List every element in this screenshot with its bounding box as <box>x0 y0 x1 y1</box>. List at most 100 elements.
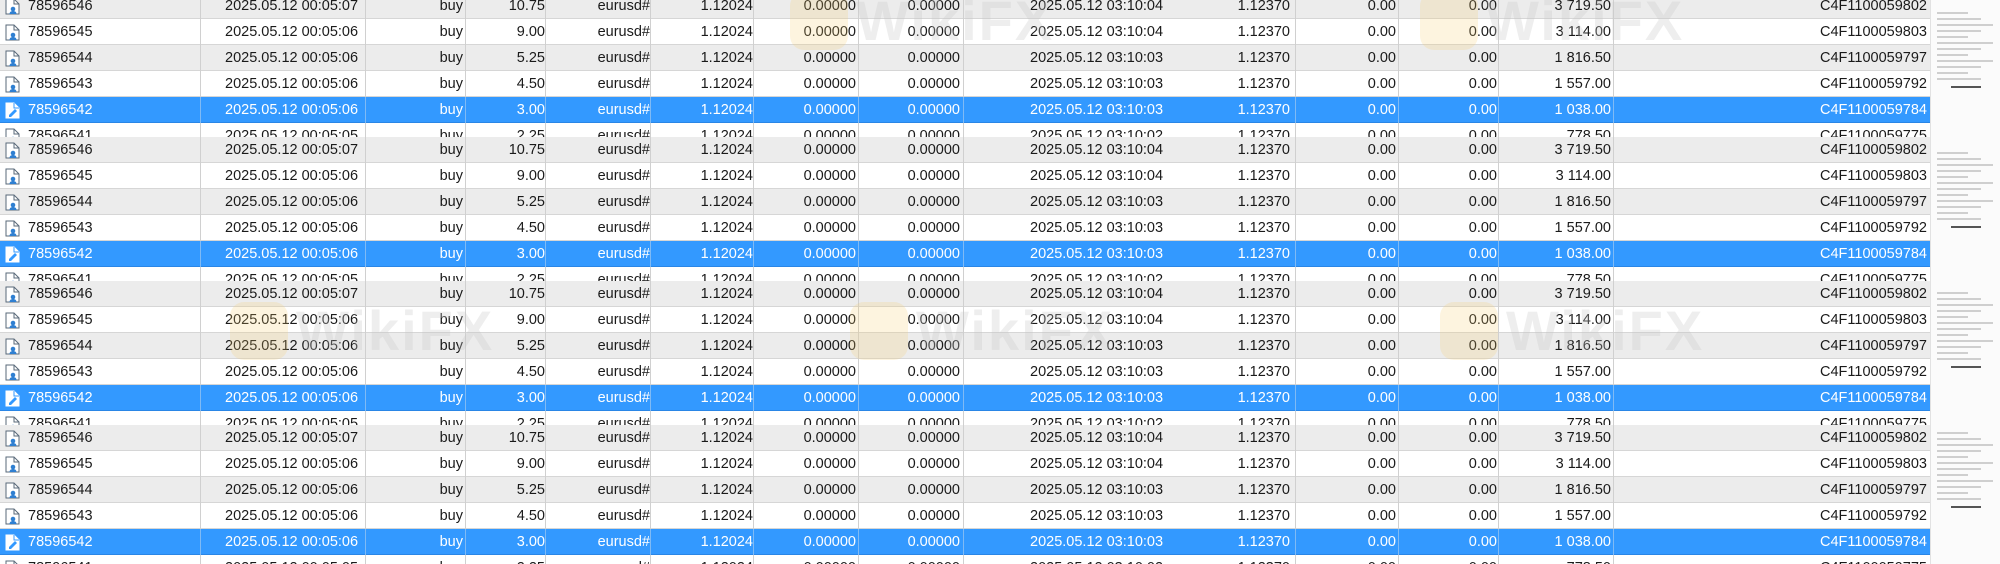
cell-volume: 4.50 <box>516 364 545 380</box>
cell-open-price: 1.12024 <box>650 555 753 564</box>
cell-comment: C4F1100059797 <box>1820 338 1927 354</box>
side-thumbnail[interactable] <box>1937 428 1993 508</box>
cell-commission: 0.00 <box>1367 102 1396 118</box>
cell-tp: 0.00000 <box>907 286 960 302</box>
document-edit-icon <box>5 102 20 119</box>
cell-open-time: 2025.05.12 00:05:06 <box>225 76 359 92</box>
column-divider <box>963 19 964 45</box>
table-row[interactable]: 78596543 2025.05.12 00:05:06 buy 4.50 eurusd… <box>0 359 1930 385</box>
column-divider <box>963 163 964 189</box>
cell-comment: C4F1100059803 <box>1820 24 1927 40</box>
cell-open-price: 1.12024 <box>700 364 753 380</box>
cell-commission: 0.00 <box>1367 24 1396 40</box>
cell-profit: 1 038.00 <box>1554 390 1611 406</box>
cell-profit: 3 719.50 <box>1554 0 1611 14</box>
cell-ticket: 78596546 <box>28 0 93 14</box>
column-divider <box>963 307 964 333</box>
cell-close-time: 2025.05.12 03:10:04 <box>1030 312 1164 328</box>
cell-close-price: 1.12370 <box>1237 168 1290 184</box>
table-row[interactable]: 78596544 2025.05.12 00:05:06 buy 5.25 eurusd… <box>0 477 1930 503</box>
side-thumbnail[interactable] <box>1937 8 1993 88</box>
table-row[interactable]: 78596545 2025.05.12 00:05:06 buy 9.00 eurusd… <box>0 163 1930 189</box>
table-row[interactable]: 78596546 2025.05.12 00:05:07 buy 10.75 eurus… <box>0 0 1930 19</box>
cell-symbol: eurusd# <box>597 456 650 472</box>
cell-profit: 1 816.50 <box>1554 482 1611 498</box>
cell-close-price: 1.12370 <box>1230 555 1290 564</box>
cell-volume: 5.25 <box>516 50 545 66</box>
cell-profit: 3 719.50 <box>1554 430 1611 446</box>
table-row[interactable]: 78596545 2025.05.12 00:05:06 buy 9.00 eurusd… <box>0 307 1930 333</box>
cell-ticket: 78596545 <box>28 312 93 328</box>
table-row[interactable]: 78596545 2025.05.12 00:05:06 buy 9.00 eurusd… <box>0 451 1930 477</box>
table-row[interactable]: 78596542 2025.05.12 00:05:06 buy 3.00 eurusd… <box>0 97 1930 123</box>
cell-close-time: 2025.05.12 03:10:04 <box>1030 456 1164 472</box>
table-row[interactable]: 78596544 2025.05.12 00:05:06 buy 5.25 eurusd… <box>0 45 1930 71</box>
document-edit-icon <box>5 246 20 263</box>
cell-close-time: 2025.05.12 03:10:04 <box>1030 430 1164 446</box>
cell-open-time: 2025.05.12 00:05:06 <box>225 168 359 184</box>
table-row[interactable]: 78596542 2025.05.12 00:05:06 buy 3.00 eurusd… <box>0 385 1930 411</box>
cell-close-price: 1.12370 <box>1237 338 1290 354</box>
column-divider <box>200 333 201 359</box>
table-row[interactable]: 78596542 2025.05.12 00:05:06 buy 3.00 eurusd… <box>0 529 1930 555</box>
cell-open-time: 2025.05.12 00:05:06 <box>225 50 359 66</box>
cell-volume: 3.00 <box>516 534 545 550</box>
cell-ticket: 78596543 <box>28 364 93 380</box>
cell-sl: 0.00000 <box>803 430 856 446</box>
cell-volume: 4.50 <box>516 220 545 236</box>
cell-close-time: 2025.05.12 03:10:03 <box>1030 338 1164 354</box>
table-row[interactable]: 78596543 2025.05.12 00:05:06 buy 4.50 eurusd… <box>0 503 1930 529</box>
table-row[interactable]: 78596544 2025.05.12 00:05:06 buy 5.25 eurusd… <box>0 333 1930 359</box>
cell-swap: 0.00 <box>1468 312 1497 328</box>
table-row[interactable]: 78596543 2025.05.12 00:05:06 buy 4.50 eurusd… <box>0 215 1930 241</box>
cell-ticket: 78596542 <box>28 534 93 550</box>
cell-close-time: 2025.05.12 03:10:04 <box>1030 142 1164 158</box>
table-row[interactable]: 78596546 2025.05.12 00:05:07 buy 10.75 eurus… <box>0 281 1930 307</box>
cell-open-price: 1.12024 <box>700 50 753 66</box>
cell-profit: 3 114.00 <box>1555 456 1611 472</box>
cell-type: buy <box>439 430 463 446</box>
cell-symbol: eurusd# <box>597 508 650 524</box>
cell-tp: 0.00000 <box>907 508 960 524</box>
cell-symbol: eurusd# <box>597 102 650 118</box>
cell-swap: 0.00 <box>1396 555 1497 564</box>
cell-commission: 0.00 <box>1367 50 1396 66</box>
cell-open-price: 1.12024 <box>700 168 753 184</box>
column-divider <box>963 385 964 411</box>
column-divider <box>1613 385 1614 411</box>
cell-profit: 778.50 <box>1497 555 1611 564</box>
cell-profit: 1 557.00 <box>1554 220 1611 236</box>
cell-symbol: eurusd# <box>597 24 650 40</box>
cell-close-time: 2025.05.12 03:10:03 <box>1030 534 1164 550</box>
cell-swap: 0.00 <box>1468 50 1497 66</box>
cell-comment: C4F1100059797 <box>1820 194 1927 210</box>
document-user-icon <box>5 76 20 93</box>
cell-ticket: 78596543 <box>28 508 93 524</box>
table-row[interactable]: 78596545 2025.05.12 00:05:06 buy 9.00 eurusd… <box>0 19 1930 45</box>
side-thumbnail[interactable] <box>1937 288 1993 368</box>
table-row[interactable]: 78596546 2025.05.12 00:05:07 buy 10.75 eurus… <box>0 137 1930 163</box>
cell-swap: 0.00 <box>1468 338 1497 354</box>
column-divider <box>200 451 201 477</box>
cell-type: buy <box>439 534 463 550</box>
column-divider <box>200 163 201 189</box>
cell-swap: 0.00 <box>1468 508 1497 524</box>
cell-type: buy <box>439 246 463 262</box>
column-divider <box>200 19 201 45</box>
side-thumbnail[interactable] <box>1937 148 1993 228</box>
cell-comment: C4F1100059802 <box>1820 286 1927 302</box>
table-row[interactable]: 78596542 2025.05.12 00:05:06 buy 3.00 eurusd… <box>0 241 1930 267</box>
column-divider <box>200 385 201 411</box>
column-divider <box>963 215 964 241</box>
cell-type: buy <box>439 168 463 184</box>
table-row[interactable]: 78596541 2025.05.12 00:05:05buy2.25eurusd… <box>0 555 1930 564</box>
table-row[interactable]: 78596546 2025.05.12 00:05:07 buy 10.75 eurus… <box>0 425 1930 451</box>
table-row[interactable]: 78596544 2025.05.12 00:05:06 buy 5.25 eurusd… <box>0 189 1930 215</box>
cell-ticket: 78596544 <box>28 482 93 498</box>
cell-sl: 0.00000 <box>803 142 856 158</box>
cell-open-price: 1.12024 <box>700 76 753 92</box>
cell-ticket: 78596545 <box>28 456 93 472</box>
column-divider <box>1613 163 1614 189</box>
table-row[interactable]: 78596543 2025.05.12 00:05:06 buy 4.50 eurusd… <box>0 71 1930 97</box>
document-user-icon <box>5 430 20 447</box>
